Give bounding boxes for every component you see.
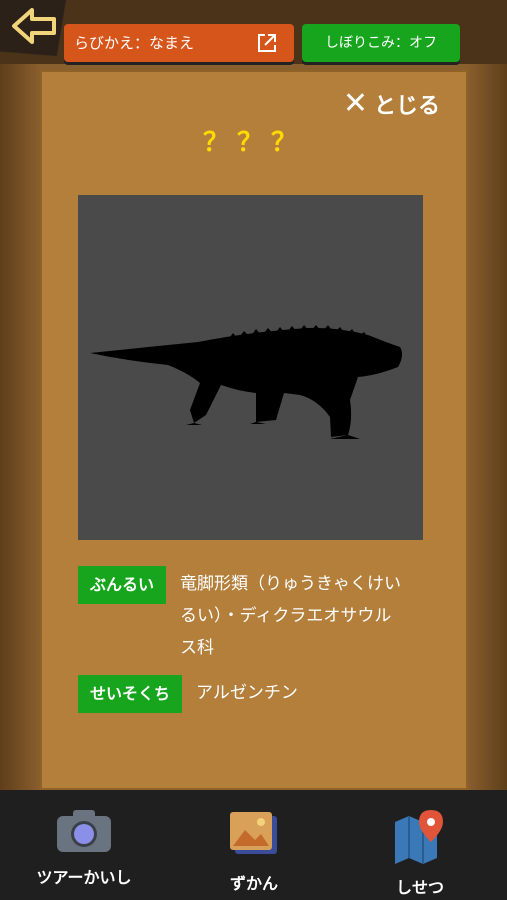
filter-button[interactable]: しぼりこみ：オフ [302, 24, 460, 62]
close-button[interactable]: ✕ とじる [343, 88, 440, 120]
bottom-nav: ツアーかいし ずかん しせつ [0, 790, 507, 900]
dinosaur-name: ？？？ [202, 128, 305, 158]
arrow-left-icon [12, 8, 56, 44]
back-button[interactable] [0, 0, 66, 56]
close-icon: ✕ [342, 86, 368, 121]
classification-row: ぶんるい 竜脚形類（りゅうきゃくけいるい）・ディクラエオサウルス科 [78, 566, 405, 664]
dinosaur-image [78, 195, 423, 540]
close-label: とじる [373, 94, 440, 119]
nav-facilities-label: しせつ [395, 878, 444, 897]
nav-tour-start-label: ツアーかいし [36, 868, 132, 887]
detail-panel: ✕ とじる ？？？ ぶんるい 竜脚形類（りゅうきゃくけいるい）・ディクラエオサウ… [40, 70, 468, 790]
habitat-row: せいそくち アルゼンチン [78, 675, 298, 713]
nav-encyclopedia-label: ずかん [229, 874, 278, 893]
camera-icon [57, 810, 111, 852]
sort-button[interactable]: らびかえ：なまえ [64, 24, 294, 62]
habitat-tag: せいそくち [78, 675, 183, 713]
dinosaur-silhouette-icon [90, 325, 403, 439]
nav-tour-start[interactable]: ツアーかいし [14, 808, 154, 888]
habitat-value: アルゼンチン [196, 683, 298, 703]
gallery-icon [230, 812, 277, 854]
sort-button-label: らびかえ：なまえ [74, 34, 195, 52]
classification-value: 竜脚形類（りゅうきゃくけいるい）・ディクラエオサウルス科 [180, 574, 402, 658]
filter-button-label: しぼりこみ：オフ [325, 35, 437, 51]
nav-facilities[interactable]: しせつ [350, 808, 490, 898]
map-pin-icon [395, 810, 443, 864]
classification-tag: ぶんるい [78, 566, 167, 604]
nav-encyclopedia[interactable]: ずかん [184, 808, 324, 894]
external-link-icon [258, 34, 276, 52]
